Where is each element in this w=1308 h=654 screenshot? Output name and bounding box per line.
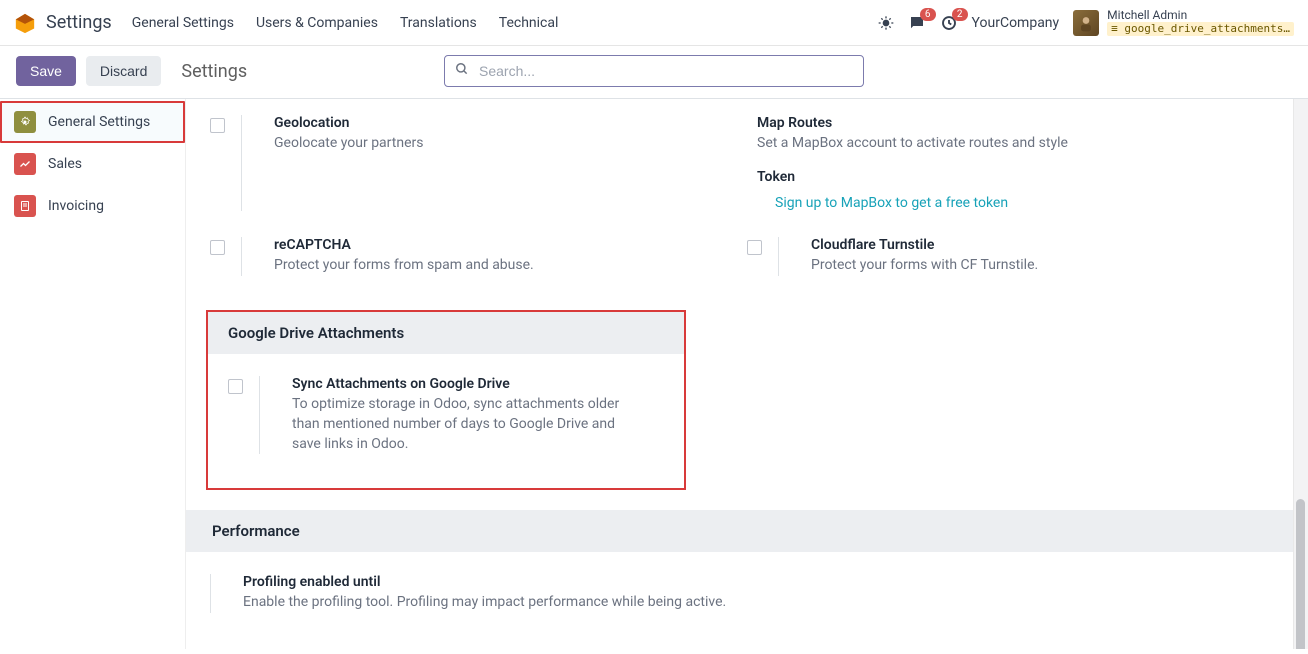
user-menu[interactable]: Mitchell Admin ≡ google_drive_attachment… xyxy=(1107,9,1294,36)
sidebar: General Settings Sales Invoicing xyxy=(0,99,186,649)
discard-button[interactable]: Discard xyxy=(86,56,161,86)
page-title: Settings xyxy=(181,61,247,82)
sidebar-item-invoicing[interactable]: Invoicing xyxy=(0,185,185,227)
setting-map-routes: Map Routes Set a MapBox account to activ… xyxy=(747,113,1284,225)
menu-general-settings[interactable]: General Settings xyxy=(132,15,234,31)
setting-recaptcha: reCAPTCHA Protect your forms from spam a… xyxy=(210,235,747,289)
search-input[interactable] xyxy=(444,55,864,87)
setting-gdrive-sync: Sync Attachments on Google Drive To opti… xyxy=(228,374,664,469)
search-icon xyxy=(455,62,469,80)
token-label: Token xyxy=(757,169,1254,185)
top-nav: Settings General Settings Users & Compan… xyxy=(0,0,1308,46)
messages-icon[interactable]: 6 xyxy=(908,14,926,32)
setting-desc: Protect your forms with CF Turnstile. xyxy=(811,255,1254,275)
scrollbar-thumb[interactable] xyxy=(1296,499,1305,649)
app-logo-icon[interactable] xyxy=(14,12,36,34)
menu-users-companies[interactable]: Users & Companies xyxy=(256,15,378,31)
setting-title: Cloudflare Turnstile xyxy=(811,237,1254,253)
section-header-performance: Performance xyxy=(186,510,1308,552)
app-title[interactable]: Settings xyxy=(46,12,112,33)
setting-title: Sync Attachments on Google Drive xyxy=(292,376,634,392)
action-bar: Save Discard Settings xyxy=(0,46,1308,98)
setting-title: Map Routes xyxy=(757,115,1254,131)
setting-turnstile: Cloudflare Turnstile Protect your forms … xyxy=(747,235,1284,289)
setting-profiling: Profiling enabled until Enable the profi… xyxy=(210,572,854,626)
save-button[interactable]: Save xyxy=(16,56,76,86)
avatar[interactable] xyxy=(1073,10,1099,36)
checkbox-turnstile[interactable] xyxy=(747,240,762,255)
chart-icon xyxy=(14,153,36,175)
menu-translations[interactable]: Translations xyxy=(400,15,477,31)
checkbox-gdrive-sync[interactable] xyxy=(228,379,243,394)
gear-icon xyxy=(14,111,36,133)
debug-icon[interactable] xyxy=(878,15,894,31)
company-selector[interactable]: YourCompany xyxy=(972,15,1060,31)
setting-title: Profiling enabled until xyxy=(243,574,824,590)
sidebar-item-label: Sales xyxy=(48,156,82,172)
scrollbar-track[interactable] xyxy=(1293,99,1308,649)
setting-desc: Geolocate your partners xyxy=(274,133,717,153)
section-header-gdrive: Google Drive Attachments xyxy=(208,312,684,354)
document-icon xyxy=(14,195,36,217)
setting-geolocation: Geolocation Geolocate your partners xyxy=(210,113,747,225)
main-panel: Geolocation Geolocate your partners Map … xyxy=(186,99,1308,649)
user-name: Mitchell Admin xyxy=(1107,9,1294,22)
highlighted-gdrive-section: Google Drive Attachments Sync Attachment… xyxy=(206,310,686,491)
top-menu: General Settings Users & Companies Trans… xyxy=(132,15,559,31)
sidebar-item-label: Invoicing xyxy=(48,198,104,214)
setting-desc: Set a MapBox account to activate routes … xyxy=(757,133,1254,153)
top-right: 6 2 YourCompany Mitchell Admin ≡ google_… xyxy=(878,9,1294,36)
setting-desc: Protect your forms from spam and abuse. xyxy=(274,255,717,275)
content: General Settings Sales Invoicing Geolo xyxy=(0,99,1308,649)
activity-badge: 2 xyxy=(952,8,968,21)
setting-desc: To optimize storage in Odoo, sync attach… xyxy=(292,394,634,455)
setting-desc: Enable the profiling tool. Profiling may… xyxy=(243,592,824,612)
sidebar-item-label: General Settings xyxy=(48,114,150,130)
separator xyxy=(241,237,242,275)
menu-technical[interactable]: Technical xyxy=(499,15,559,31)
separator xyxy=(778,237,779,275)
checkbox-recaptcha[interactable] xyxy=(210,240,225,255)
sidebar-item-sales[interactable]: Sales xyxy=(0,143,185,185)
setting-title: reCAPTCHA xyxy=(274,237,717,253)
checkbox-geolocation[interactable] xyxy=(210,118,225,133)
separator xyxy=(241,115,242,211)
sidebar-item-general-settings[interactable]: General Settings xyxy=(0,101,185,143)
separator xyxy=(210,574,211,612)
activity-icon[interactable]: 2 xyxy=(940,14,958,32)
user-tag: ≡ google_drive_attachments… xyxy=(1107,22,1294,36)
mapbox-signup-link[interactable]: Sign up to MapBox to get a free token xyxy=(775,195,1008,211)
messages-badge: 6 xyxy=(920,8,936,21)
setting-title: Geolocation xyxy=(274,115,717,131)
separator xyxy=(259,376,260,455)
